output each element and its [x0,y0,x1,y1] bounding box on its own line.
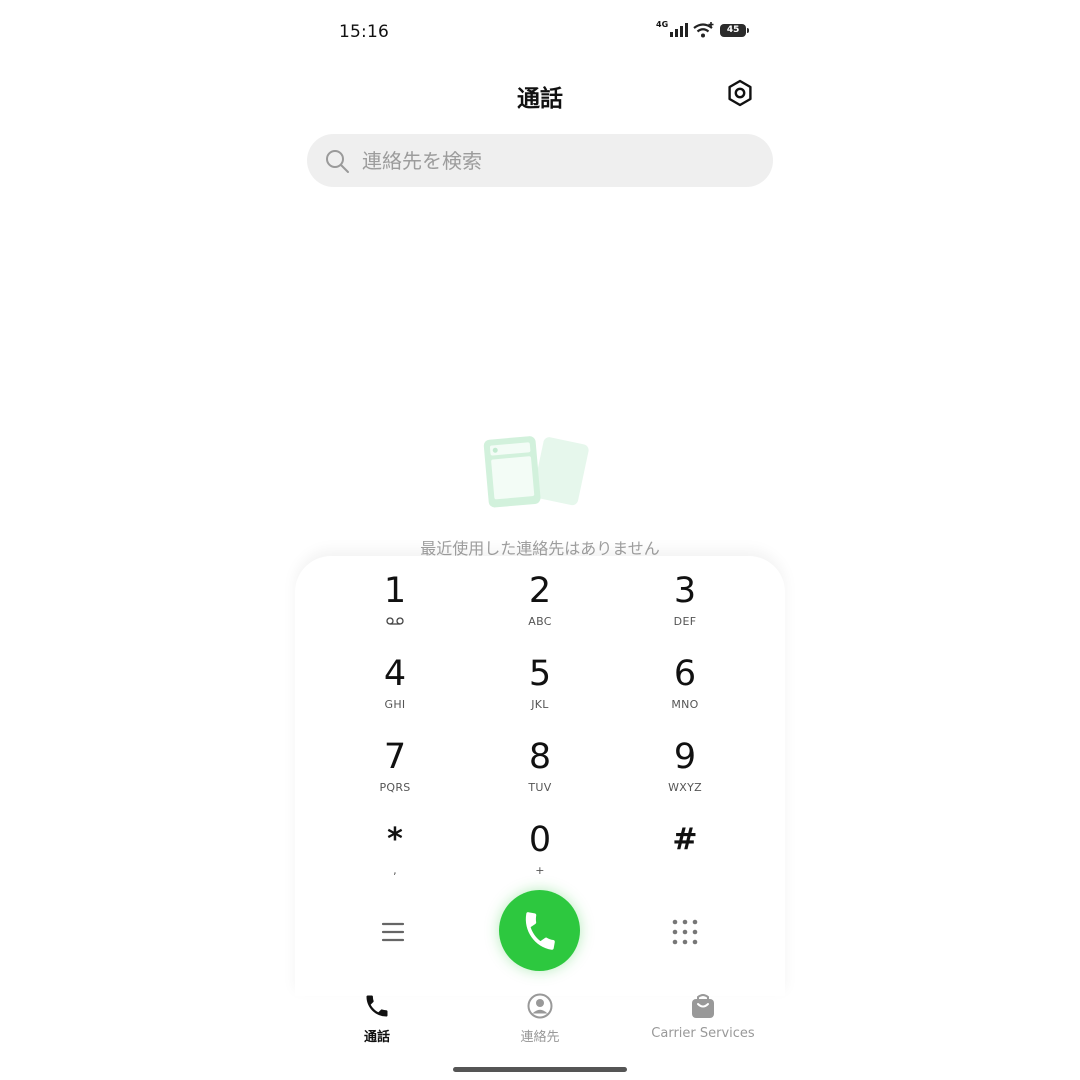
dialpad-key-3[interactable]: 3 DEF [630,571,740,643]
search-bar[interactable] [307,134,773,187]
phone-icon [366,995,388,1017]
signal-icon [670,23,689,37]
key-digit: 9 [673,737,697,777]
dialpad-key-7[interactable]: 7 PQRS [340,737,450,809]
call-button[interactable] [499,890,580,971]
key-digit: 6 [673,654,697,694]
status-time: 15:16 [339,22,389,42]
phone-icon [525,911,555,950]
wifi-icon [693,22,714,38]
battery-icon: 45 [720,23,750,37]
search-icon [326,149,349,173]
tab-carrier-services[interactable]: Carrier Services [628,992,778,1041]
key-digit: 5 [528,654,552,694]
voicemail-icon [386,617,404,625]
tab-carrier-services-label: Carrier Services [651,1026,755,1041]
dialer-screen: 15:16 4G 45 通話 連絡先を検索 最近使用した連絡先はありません 1 … [290,0,790,1080]
key-digit: 1 [383,571,407,611]
key-letters: TUV [528,781,552,794]
key-digit: * [387,822,403,857]
settings-icon[interactable] [725,78,755,108]
key-letters: + [535,864,545,877]
tab-calls[interactable]: 通話 [302,992,452,1045]
tab-calls-label: 通話 [363,1030,390,1045]
dialpad-key-9[interactable]: 9 WXYZ [630,737,740,809]
dialpad-key-hash[interactable]: # [630,820,740,892]
dialpad-toggle-icon[interactable] [670,917,700,947]
tab-contacts-label: 連絡先 [520,1030,560,1045]
dialpad-key-star[interactable]: * , [340,820,450,892]
home-indicator[interactable] [453,1067,627,1072]
key-letters: PQRS [379,781,411,794]
contact-icon [527,993,553,1019]
search-input[interactable] [360,147,744,174]
dialpad-key-0[interactable]: 0 + [485,820,595,892]
battery-level: 45 [726,25,740,35]
page-title: 通話 [517,86,563,112]
key-digit: 3 [673,571,697,611]
dialpad-key-2[interactable]: 2 ABC [485,571,595,643]
key-letters: , [393,864,397,877]
key-letters: WXYZ [668,781,702,794]
bottom-nav: 通話 連絡先 Carrier Services [290,992,790,1050]
empty-contacts-illustration [483,436,589,508]
status-icons: 4G 45 [656,20,750,38]
key-letters: JKL [531,698,549,711]
network-type: 4G [656,20,669,29]
key-letters: MNO [671,698,699,711]
menu-icon[interactable] [375,919,411,945]
dialpad-key-6[interactable]: 6 MNO [630,654,740,726]
dialpad-key-4[interactable]: 4 GHI [340,654,450,726]
key-digit: # [672,822,698,857]
key-letters: DEF [673,615,697,628]
key-letters: GHI [384,698,406,711]
dialpad-key-1[interactable]: 1 [340,571,450,643]
dialpad-key-5[interactable]: 5 JKL [485,654,595,726]
key-digit: 0 [528,820,552,860]
key-digit: 7 [383,737,407,777]
shopping-bag-icon [692,994,714,1018]
tab-contacts[interactable]: 連絡先 [465,992,615,1045]
key-digit: 8 [528,737,552,777]
key-digit: 2 [528,571,552,611]
dialpad-key-8[interactable]: 8 TUV [485,737,595,809]
key-letters: ABC [528,615,552,628]
key-digit: 4 [383,654,407,694]
